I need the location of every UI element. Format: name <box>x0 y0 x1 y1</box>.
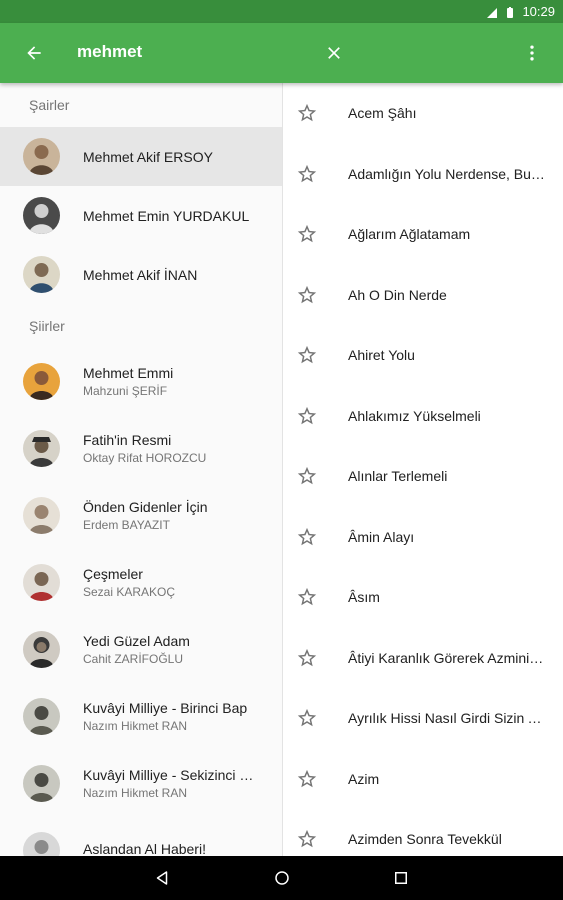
poet-row[interactable]: Mehmet Akif İNAN <box>0 245 282 304</box>
search-query[interactable]: mehmet <box>77 42 142 62</box>
work-title: Azim <box>348 770 380 787</box>
list-item[interactable]: Ahlakımız Yükselmeli <box>283 386 563 447</box>
poem-author: Mahzuni ŞERİF <box>83 384 168 398</box>
poet-row[interactable]: Mehmet Emin YURDAKUL <box>0 186 282 245</box>
avatar <box>23 564 60 601</box>
work-title: Ah O Din Nerde <box>348 286 447 303</box>
work-title: Ağlarım Ağlatamam <box>348 226 471 243</box>
work-title: Âsım <box>348 589 380 606</box>
list-item[interactable]: Azimden Sonra Tevekkül <box>283 809 563 856</box>
star-outline-icon[interactable] <box>296 465 318 487</box>
list-item[interactable]: Ahiret Yolu <box>283 325 563 386</box>
poem-author: Oktay Rifat HOROZCU <box>83 451 207 465</box>
star-outline-icon[interactable] <box>296 102 318 124</box>
list-item[interactable]: Acem Şâhı <box>283 83 563 144</box>
avatar <box>23 497 60 534</box>
star-outline-icon[interactable] <box>296 405 318 427</box>
battery-icon <box>504 6 516 18</box>
work-title: Âmin Alayı <box>348 528 415 545</box>
poem-title: Aslandan Al Haberi! <box>83 841 206 856</box>
work-title: Ahlakımız Yükselmeli <box>348 407 481 424</box>
poem-title: Mehmet Emmi <box>83 365 174 381</box>
list-item[interactable]: Ağlarım Ağlatamam <box>283 204 563 265</box>
avatar <box>23 698 60 735</box>
avatar <box>23 832 60 856</box>
poem-row[interactable]: Çeşmeler Sezai KARAKOÇ <box>0 549 282 616</box>
poem-row[interactable]: Kuvâyi Milliye - Birinci Bap Nazım Hikme… <box>0 683 282 750</box>
avatar <box>23 138 60 175</box>
star-outline-icon[interactable] <box>296 647 318 669</box>
close-icon[interactable] <box>320 39 348 67</box>
star-outline-icon[interactable] <box>296 586 318 608</box>
avatar <box>23 430 60 467</box>
poem-row[interactable]: Kuvâyi Milliye - Sekizinci Bap Nazım Hik… <box>0 750 282 817</box>
list-item[interactable]: Âmin Alayı <box>283 507 563 568</box>
nav-home-icon[interactable] <box>270 866 294 890</box>
avatar <box>23 765 60 802</box>
poem-title: Yedi Güzel Adam <box>83 633 190 649</box>
work-title: Ayrılık Hissi Nasıl Girdi Sizin Aranıza <box>348 710 548 727</box>
section-header-poets: Şairler <box>29 97 70 113</box>
work-title: Adamlığın Yolu Nerdense, Bu Yoldan Gidel… <box>348 165 548 182</box>
network-4g-icon <box>486 6 498 18</box>
more-vert-icon[interactable] <box>520 39 544 67</box>
work-title: Azimden Sonra Tevekkül <box>348 831 502 848</box>
poem-author: Sezai KARAKOÇ <box>83 585 176 599</box>
poet-name: Mehmet Akif ERSOY <box>83 148 213 165</box>
poem-row[interactable]: Yedi Güzel Adam Cahit ZARİFOĞLU <box>0 616 282 683</box>
poem-title: Kuvâyi Milliye - Sekizinci Bap <box>83 767 258 783</box>
poet-name: Mehmet Akif İNAN <box>83 266 198 283</box>
list-item[interactable]: Âtiyi Karanlık Görerek Azminiz Süstü <box>283 628 563 689</box>
avatar <box>23 197 60 234</box>
poem-author: Nazım Hikmet RAN <box>83 719 188 733</box>
search-results-pane: Şairler Mehmet Akif ERSOY Mehmet Emin YU… <box>0 83 282 856</box>
star-outline-icon[interactable] <box>296 768 318 790</box>
nav-back-icon[interactable] <box>150 866 174 890</box>
poem-title: Önden Gidenler İçin <box>83 499 208 515</box>
star-outline-icon[interactable] <box>296 223 318 245</box>
system-nav-bar <box>0 856 563 900</box>
poet-row[interactable]: Mehmet Akif ERSOY <box>0 127 282 186</box>
work-title: Acem Şâhı <box>348 105 417 122</box>
status-time: 10:29 <box>522 4 555 19</box>
poem-author: Nazım Hikmet RAN <box>83 786 188 800</box>
list-item[interactable]: Âsım <box>283 567 563 628</box>
avatar <box>23 631 60 668</box>
poem-row[interactable]: Önden Gidenler İçin Erdem BAYAZIT <box>0 482 282 549</box>
works-list-pane: Acem Şâhı Adamlığın Yolu Nerdense, Bu Yo… <box>283 83 563 856</box>
poem-row[interactable]: Fatih'in Resmi Oktay Rifat HOROZCU <box>0 415 282 482</box>
search-toolbar: mehmet <box>0 23 563 83</box>
poem-author: Erdem BAYAZIT <box>83 518 170 532</box>
poem-title: Kuvâyi Milliye - Birinci Bap <box>83 700 248 716</box>
star-outline-icon[interactable] <box>296 526 318 548</box>
work-title: Ahiret Yolu <box>348 347 415 364</box>
poem-author: Cahit ZARİFOĞLU <box>83 652 184 666</box>
avatar <box>23 363 60 400</box>
star-outline-icon[interactable] <box>296 828 318 850</box>
star-outline-icon[interactable] <box>296 707 318 729</box>
star-outline-icon[interactable] <box>296 284 318 306</box>
poet-name: Mehmet Emin YURDAKUL <box>83 207 250 224</box>
list-item[interactable]: Ah O Din Nerde <box>283 265 563 326</box>
list-item[interactable]: Azim <box>283 749 563 810</box>
work-title: Âtiyi Karanlık Görerek Azminiz Süstü <box>348 649 548 666</box>
poem-row[interactable]: Mehmet Emmi Mahzuni ŞERİF <box>0 348 282 415</box>
work-title: Alınlar Terlemeli <box>348 468 448 485</box>
list-item[interactable]: Adamlığın Yolu Nerdense, Bu Yoldan Gidel… <box>283 144 563 205</box>
nav-recents-icon[interactable] <box>389 866 413 890</box>
status-bar: 10:29 <box>0 0 563 23</box>
star-outline-icon[interactable] <box>296 344 318 366</box>
list-item[interactable]: Ayrılık Hissi Nasıl Girdi Sizin Aranıza <box>283 688 563 749</box>
poem-title: Çeşmeler <box>83 566 143 582</box>
poem-title: Fatih'in Resmi <box>83 432 172 448</box>
section-header-poems: Şiirler <box>29 318 65 334</box>
list-item[interactable]: Alınlar Terlemeli <box>283 446 563 507</box>
star-outline-icon[interactable] <box>296 163 318 185</box>
arrow-left-icon[interactable] <box>20 39 48 67</box>
poem-row[interactable]: Aslandan Al Haberi! <box>0 817 282 856</box>
avatar <box>23 256 60 293</box>
